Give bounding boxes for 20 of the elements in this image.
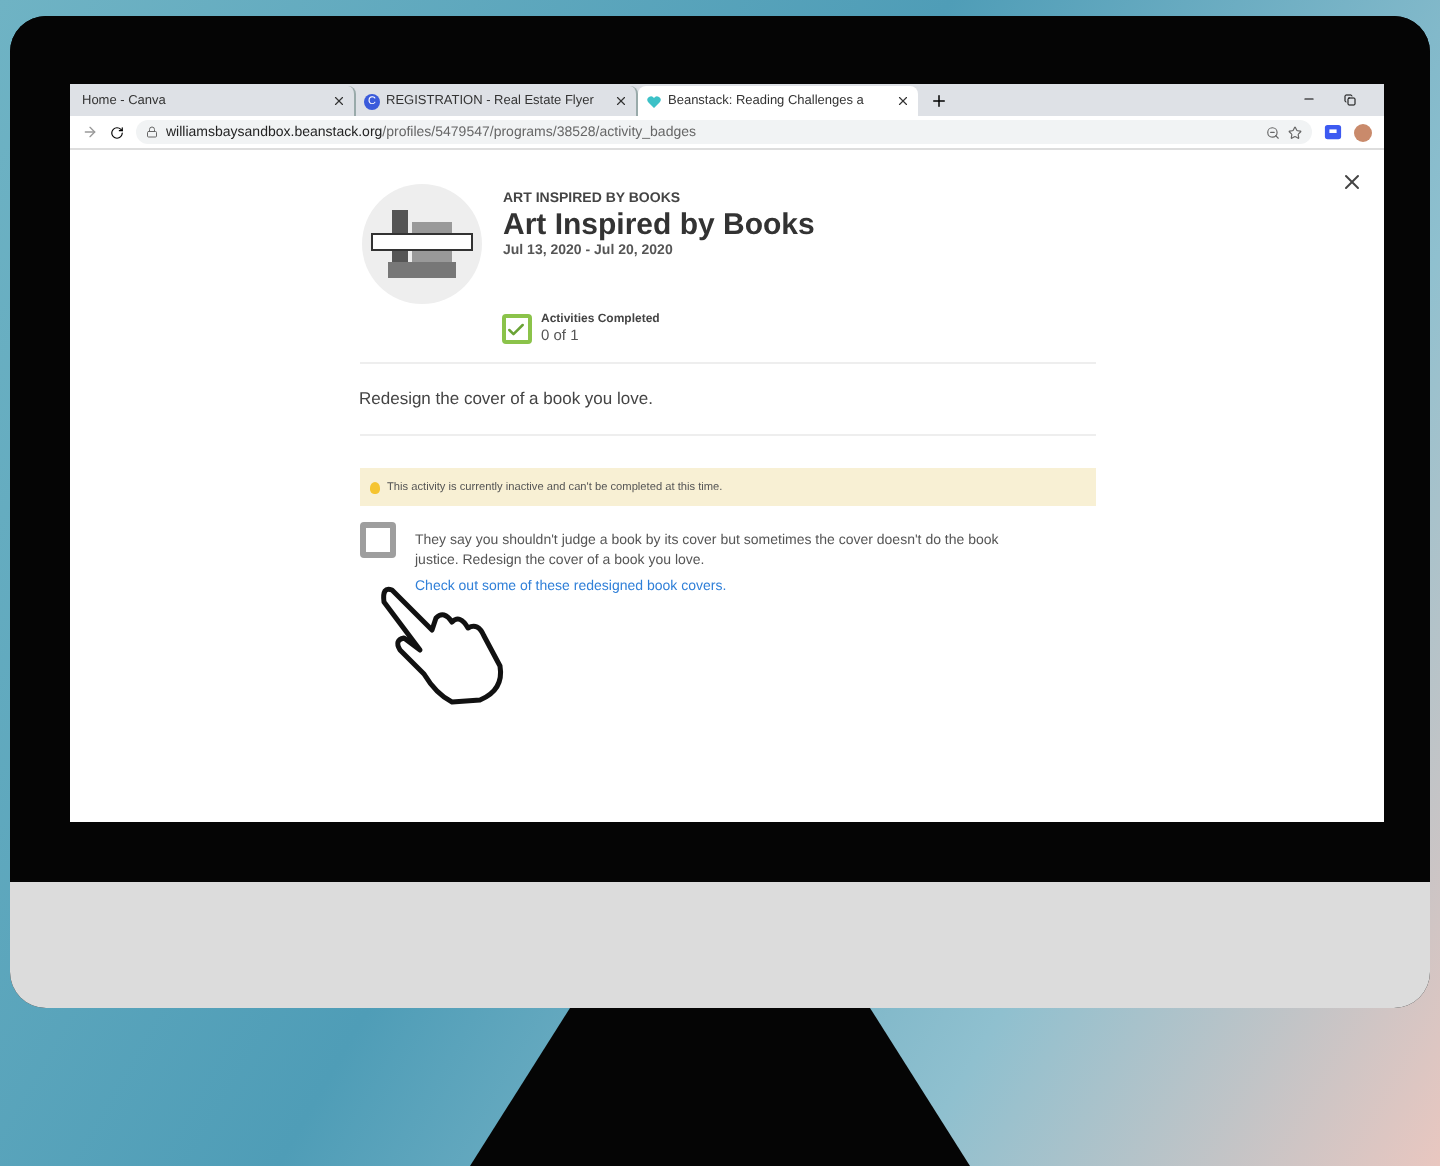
activity-checkbox[interactable] bbox=[359, 522, 395, 558]
restore-icon[interactable] bbox=[1344, 94, 1356, 106]
close-icon[interactable] bbox=[332, 94, 346, 108]
new-tab-icon[interactable] bbox=[930, 92, 948, 110]
lightbulb-icon bbox=[369, 481, 379, 493]
star-icon[interactable] bbox=[1288, 125, 1302, 139]
forward-icon[interactable] bbox=[82, 124, 98, 140]
heart-icon bbox=[646, 93, 662, 109]
badge-title: Art Inspired by Books bbox=[503, 208, 815, 242]
minimize-icon[interactable] bbox=[1302, 92, 1316, 106]
close-icon[interactable] bbox=[896, 94, 910, 108]
badge-image-drawing bbox=[359, 182, 483, 306]
reload-icon[interactable] bbox=[110, 125, 124, 139]
zoom-icon[interactable] bbox=[1266, 125, 1280, 139]
profile-avatar[interactable] bbox=[1354, 123, 1372, 141]
close-button[interactable] bbox=[1340, 170, 1364, 194]
lock-icon bbox=[146, 126, 158, 138]
close-icon[interactable] bbox=[614, 94, 628, 108]
extension-icon[interactable] bbox=[1324, 123, 1342, 141]
activity-description: Redesign the cover of a book you love. bbox=[359, 388, 655, 408]
